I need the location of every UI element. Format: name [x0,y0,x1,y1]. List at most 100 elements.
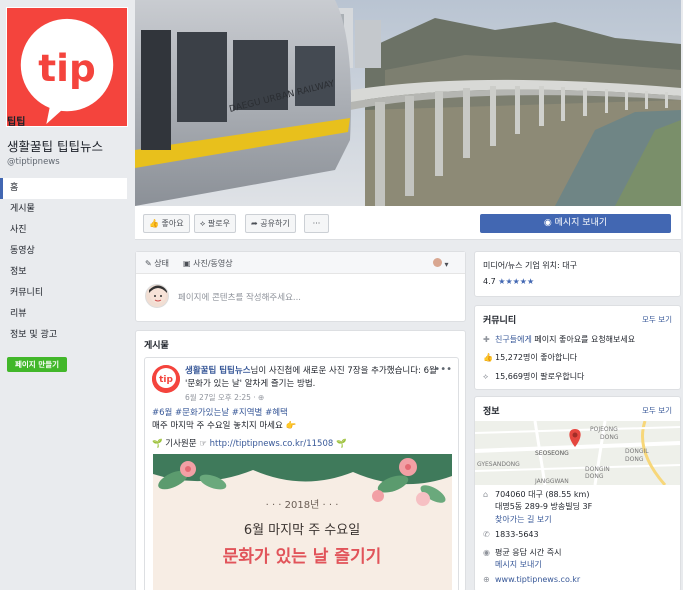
page-category: 미디어/뉴스 기업 위치: 대구 [483,261,577,270]
rss-icon: ⟡ [483,372,489,381]
website-link[interactable]: www.tiptipnews.co.kr [495,575,580,584]
invite-friends-link[interactable]: 친구들에게 [495,335,532,344]
svg-text:DONG: DONG [600,434,619,441]
page-short-name: 팁팁 [7,117,26,128]
nav-item-home[interactable]: 홈 [0,178,127,199]
thumbs-up-icon: 👍 [149,219,159,228]
nav-item-photos[interactable]: 사진 [0,220,127,241]
post-options-icon[interactable]: ••• [434,364,452,375]
left-column: tip 팁팁 생활꿀팁 팁팁뉴스 @tiptipnews 홈 게시물 사진 동영… [0,0,134,590]
tab-photo-video[interactable]: ▣ 사진/동영상 [183,258,233,269]
posts-heading: 게시물 [144,341,169,351]
response-time-row: ◉ 평균 응답 시간 즉시 [483,547,562,558]
share-arrow-icon: ➦ [251,219,258,228]
composer-avatar [145,284,169,308]
svg-text:문화가 있는 날 즐기기: 문화가 있는 날 즐기기 [223,547,382,567]
side-send-message-link[interactable]: 메시지 보내기 [483,559,542,570]
phone-number[interactable]: 1833-5643 [495,530,539,539]
website-row: ⊕ www.tiptipnews.co.kr [483,575,580,584]
post-hashtags[interactable]: #6월 #문화가있는날 #지역별 #혜택 [152,406,288,418]
follows-count-row: ⟡ 15,669명이 팔로우합니다 [483,371,584,382]
like-button[interactable]: 👍 좋아요 [143,214,190,233]
address-line-1: 704060 대구 (88.55 km) [495,490,590,499]
follows-count[interactable]: 15,669명이 팔로우합니다 [495,372,584,381]
post-composer: ✎ 상태 ▣ 사진/동영상 ▾ 페이지에 콘텐츠를 작성해주세요... [135,251,466,322]
tab-status[interactable]: ✎ 상태 [145,258,169,269]
send-message-button[interactable]: ◉ 메시지 보내기 [480,214,671,233]
address-line-2: 대명5동 289-9 방송빌딩 3F [495,502,593,511]
svg-text:DONGIL: DONGIL [625,448,649,455]
post-author-link[interactable]: 생활꿀팁 팁팁뉴스 [185,366,251,376]
post-timestamp[interactable]: 6월 27일 오후 2:25 · ⊕ [185,392,264,403]
response-time: 평균 응답 시간 즉시 [495,548,562,557]
post-image[interactable]: · · · 2018년 · · · 6월 마지막 주 수요일 문화가 있는 날 … [153,454,452,590]
post-header: 생활꿀팁 팁팁뉴스님이 사진첩에 새로운 사진 7장을 추가했습니다: 6월 '… [185,365,437,391]
directions-link[interactable]: 찾아가는 길 보기 [483,514,552,525]
map-graphic: POJEONG DONG DONGIL DONG SEOSEONG GYESAN… [475,421,680,485]
invite-icon: ✚ [483,335,490,344]
like-label: 좋아요 [161,219,184,228]
nav-item-posts[interactable]: 게시물 [0,199,127,220]
nav-item-reviews[interactable]: 리뷰 [0,304,127,325]
page-identity-switcher[interactable]: ▾ [433,258,449,269]
svg-text:JANGGWAN: JANGGWAN [534,478,569,485]
post-card: tip 생활꿀팁 팁팁뉴스님이 사진첩에 새로운 사진 7장을 추가했습니다: … [144,357,459,590]
invite-text: 페이지 좋아요를 요청해보세요 [531,335,636,344]
phone-icon: ✆ [483,530,490,539]
location-map[interactable]: POJEONG DONG DONGIL DONG SEOSEONG GYESAN… [475,421,680,485]
nav-item-videos[interactable]: 동영상 [0,241,127,262]
user-face-icon [149,285,167,303]
tab-photo-label: 사진/동영상 [193,259,233,268]
rating-stars-icon: ★★★★★ [498,277,535,286]
about-heading: 정보 [483,407,500,417]
phone-row: ✆ 1833-5643 [483,530,539,539]
svg-text:GYESANDONG: GYESANDONG [477,461,520,468]
svg-text:tip: tip [38,46,95,90]
svg-text:SEOSEONG: SEOSEONG [535,450,569,457]
messenger-icon: ◉ [483,548,490,557]
composer-tabs: ✎ 상태 ▣ 사진/동영상 ▾ [136,252,465,274]
likes-count[interactable]: 15,272명이 좋아합니다 [495,353,577,362]
cover-photo-image: DAEGU URBAN RAILWAY [135,0,681,206]
share-label: 공유하기 [260,219,290,228]
nav-item-about[interactable]: 정보 [0,262,127,283]
rating-value: 4.7 [483,277,496,286]
article-url[interactable]: http://tiptipnews.co.kr/11508 [210,439,334,449]
community-card: 커뮤니티 모두 보기 ✚ 친구들에게 페이지 좋아요를 요청해보세요 👍 15,27… [474,305,681,390]
nav-item-info-ads[interactable]: 정보 및 광고 [0,325,127,346]
posts-section: 게시물 tip 생활꿀팁 팁팁뉴스님이 사진첩에 새로운 사진 7장을 추가했습… [135,330,466,590]
send-message-label: 메시지 보내기 [554,218,608,228]
thumbs-up-icon: 👍 [483,353,493,362]
follow-label: 팔로우 [207,219,230,228]
follow-button[interactable]: ⟡ 팔로우 [194,214,236,233]
svg-text:POJEONG: POJEONG [590,426,618,433]
svg-text:6월 마지막 주 수요일: 6월 마지막 주 수요일 [244,523,360,538]
mini-avatar-icon [433,258,442,267]
nav-item-community[interactable]: 커뮤니티 [0,283,127,304]
messenger-icon: ◉ [543,218,552,228]
post-author-avatar[interactable]: tip [152,365,180,393]
svg-text:DONG: DONG [585,473,604,480]
cover-photo[interactable]: DAEGU URBAN RAILWAY [135,0,681,206]
page-rating[interactable]: 4.7 ★★★★★ [483,277,534,286]
page-handle[interactable]: @tiptipnews [7,157,60,167]
about-see-all-link[interactable]: 모두 보기 [642,405,672,416]
svg-text:tip: tip [159,375,173,385]
camera-icon: ▣ [183,259,191,268]
create-page-button[interactable]: 페이지 만들기 [7,357,67,372]
tip-logo-small: tip [152,365,180,393]
caret-down-icon: ▾ [444,260,449,269]
community-heading: 커뮤니티 [483,316,517,326]
page-category-card: 미디어/뉴스 기업 위치: 대구 4.7 ★★★★★ [474,251,681,297]
post-article-link: 🌱 기사원문 ☞ http://tiptipnews.co.kr/11508 🌱 [152,437,347,449]
svg-text:DONG: DONG [625,456,644,463]
page-title[interactable]: 생활꿀팁 팁팁뉴스 [7,136,103,155]
share-button[interactable]: ➦ 공유하기 [245,214,296,233]
pencil-icon: ✎ [145,259,152,268]
link-prefix: 🌱 기사원문 ☞ [152,439,207,449]
community-see-all-link[interactable]: 모두 보기 [642,314,672,325]
composer-input[interactable]: 페이지에 콘텐츠를 작성해주세요... [178,291,301,303]
page-profile-picture[interactable]: tip [6,7,128,127]
more-button[interactable]: ··· [304,214,329,233]
post-image-graphic: · · · 2018년 · · · 6월 마지막 주 수요일 문화가 있는 날 … [153,454,452,590]
